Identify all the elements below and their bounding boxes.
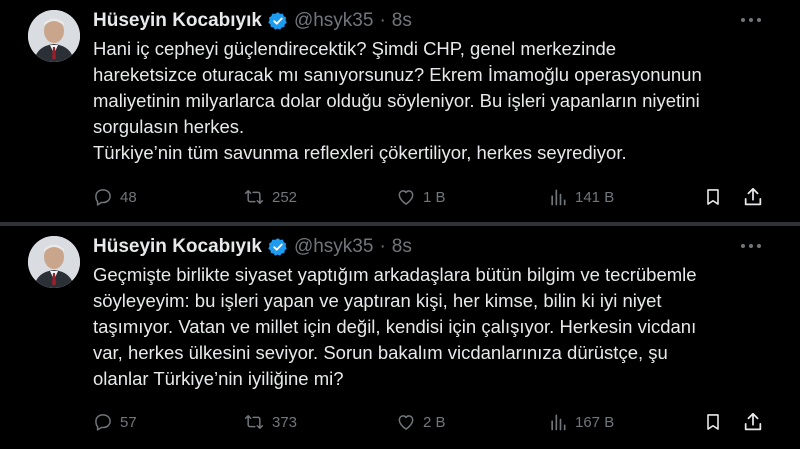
tweet-text: Geçmişte birlikte siyaset yaptığım arkad…	[93, 262, 783, 392]
verified-badge-icon	[268, 237, 288, 257]
tweet-text-line: Geçmişte birlikte siyaset yaptığım arkad…	[93, 264, 697, 285]
reply-count: 57	[120, 413, 137, 431]
views-button[interactable]: 141 B	[548, 183, 614, 211]
tweet-actions: 48 252 1 B 141 B	[93, 183, 773, 211]
bookmark-button[interactable]	[703, 183, 730, 211]
tweet-feed: Hüseyin Kocabıyık @hsyk35 · 8s Hani iç c…	[0, 0, 800, 449]
tweet-text-line: var, herkes ülkesini seviyor. Sorun baka…	[93, 342, 668, 363]
tweet-text-line: hareketsizce oturacak mı sanıyorsunuz? E…	[93, 64, 702, 85]
author-name[interactable]: Hüseyin Kocabıyık	[93, 236, 262, 258]
views-icon	[551, 189, 566, 206]
author-handle[interactable]: @hsyk35	[294, 10, 374, 32]
tweet-text-line: Hani iç cepheyi güçlendirecektik? Şimdi …	[93, 38, 617, 59]
bookmark-button[interactable]	[703, 408, 730, 436]
repost-count: 373	[272, 413, 298, 431]
separator-dot: ·	[379, 10, 386, 31]
tweet-actions: 57 373 2 B 167 B	[93, 408, 773, 436]
timestamp[interactable]: 8s	[392, 10, 412, 32]
reply-button[interactable]: 57	[93, 408, 137, 436]
more-options-icon[interactable]	[736, 234, 766, 258]
repost-count: 252	[272, 188, 298, 206]
tweet-text: Hani iç cepheyi güçlendirecektik? Şimdi …	[93, 36, 783, 166]
repost-button[interactable]: 373	[243, 408, 297, 436]
share-button[interactable]	[742, 408, 771, 436]
author-name[interactable]: Hüseyin Kocabıyık	[93, 10, 262, 32]
tweet-text-line: taşımıyor. Vatan ve millet için değil, k…	[93, 316, 697, 337]
tweet-header: Hüseyin Kocabıyık @hsyk35 · 8s	[93, 8, 412, 34]
author-handle[interactable]: @hsyk35	[294, 236, 374, 258]
avatar[interactable]	[28, 236, 80, 288]
tweet-text-line: olanlar Türkiye’nin iyiliğine mi?	[93, 368, 344, 389]
share-icon	[744, 412, 762, 431]
share-icon	[744, 187, 762, 206]
verified-badge-icon	[268, 11, 288, 31]
timestamp[interactable]: 8s	[392, 236, 412, 258]
reply-icon	[95, 189, 111, 206]
more-options-icon[interactable]	[736, 8, 766, 32]
like-button[interactable]: 2 B	[396, 408, 446, 436]
like-button[interactable]: 1 B	[396, 183, 446, 211]
like-count: 2 B	[423, 413, 446, 431]
like-icon	[398, 415, 414, 430]
tweet[interactable]: Hüseyin Kocabıyık @hsyk35 · 8s Geçmişte …	[0, 226, 800, 449]
views-button[interactable]: 167 B	[548, 408, 614, 436]
tweet-header: Hüseyin Kocabıyık @hsyk35 · 8s	[93, 234, 412, 260]
tweet[interactable]: Hüseyin Kocabıyık @hsyk35 · 8s Hani iç c…	[0, 0, 800, 222]
reply-count: 48	[120, 188, 137, 206]
tweet-text-line: söyleyeyim: bu işleri yapan ve yaptıran …	[93, 290, 662, 311]
bookmark-icon	[707, 414, 719, 430]
bookmark-icon	[707, 189, 719, 205]
avatar[interactable]	[28, 10, 80, 62]
separator-dot: ·	[379, 236, 386, 257]
views-icon	[551, 414, 566, 431]
tweet-text-line: sorgulasın herkes.	[93, 116, 245, 137]
like-count: 1 B	[423, 188, 446, 206]
share-button[interactable]	[742, 183, 771, 211]
repost-icon	[244, 190, 264, 204]
repost-button[interactable]: 252	[243, 183, 297, 211]
reply-icon	[95, 414, 111, 431]
views-count: 141 B	[575, 188, 615, 206]
views-count: 167 B	[575, 413, 615, 431]
tweet-text-line: maliyetinin milyarlarca dolar olduğu söy…	[93, 90, 700, 111]
like-icon	[398, 190, 414, 205]
repost-icon	[244, 415, 264, 429]
tweet-text-line: Türkiye’nin tüm savunma reflexleri çöker…	[93, 142, 627, 163]
reply-button[interactable]: 48	[93, 183, 137, 211]
